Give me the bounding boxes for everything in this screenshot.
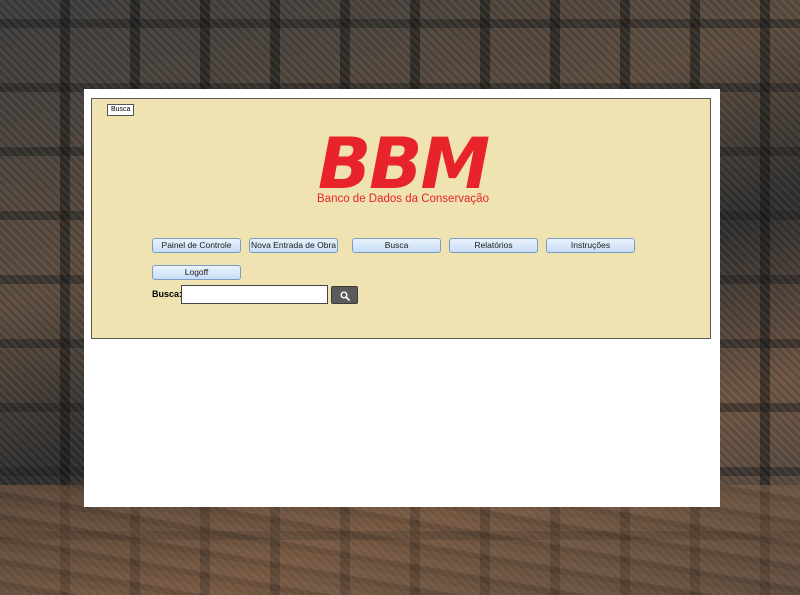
- bbm-logo: BBM Banco de Dados da Conservação: [308, 123, 498, 205]
- logo-title: BBM: [317, 123, 490, 205]
- search-fieldset: Busca BBM Banco de Dados da Conservação …: [91, 98, 711, 339]
- instrucoes-button[interactable]: Instruções: [546, 238, 635, 253]
- logo-subtitle: Banco de Dados da Conservação: [317, 193, 489, 205]
- busca-button[interactable]: Busca: [352, 238, 441, 253]
- painel-de-controle-button[interactable]: Painel de Controle: [152, 238, 241, 253]
- search-submit-button[interactable]: [331, 286, 358, 304]
- main-content-area: Busca BBM Banco de Dados da Conservação …: [84, 89, 720, 507]
- fieldset-legend: Busca: [107, 104, 135, 116]
- search-input[interactable]: [181, 285, 328, 304]
- logoff-button[interactable]: Logoff: [152, 265, 241, 280]
- relatorios-button[interactable]: Relatórios: [449, 238, 538, 253]
- nova-entrada-de-obra-button[interactable]: Nova Entrada de Obra: [249, 238, 338, 253]
- search-icon: [340, 291, 350, 301]
- search-label: Busca:: [152, 289, 183, 299]
